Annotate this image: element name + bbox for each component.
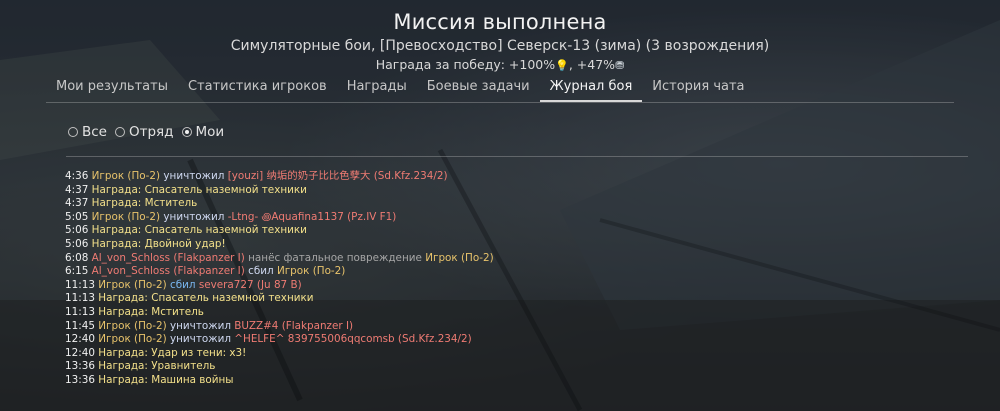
log-entry: 11:13 Игрок (По-2) сбил severa727 (Ju 87… [65, 279, 945, 293]
log-actor: Игрок (По-2) [98, 333, 167, 346]
log-verb: нанёс фатальное повреждение [248, 251, 422, 264]
log-entry: 12:40 Награда: Удар из тени: x3! [65, 347, 945, 361]
log-time: 5:06 [65, 237, 89, 250]
filter-mine-label: Мои [195, 124, 225, 140]
log-entry: 11:13 Награда: Мститель [65, 306, 945, 320]
tab-chat-history[interactable]: История чата [642, 76, 754, 102]
log-entry: 11:13 Награда: Спасатель наземной техник… [65, 292, 945, 306]
log-award: Награда: Машина войны [98, 373, 234, 386]
battle-log: 4:36 Игрок (По-2) уничтожил [youzi] 纳垢的奶… [65, 170, 945, 388]
tab-battle-log[interactable]: Журнал боя [539, 76, 643, 102]
log-time: 13:36 [65, 373, 95, 386]
header: Миссия выполнена Симуляторные бои, [Прев… [0, 8, 1000, 74]
log-time: 4:37 [65, 197, 89, 210]
log-verb: уничтожил [163, 210, 225, 223]
log-target: [youzi] 纳垢的奶子比比色孽大 (Sd.Kfz.234/2) [227, 170, 448, 182]
log-entry: 4:36 Игрок (По-2) уничтожил [youzi] 纳垢的奶… [65, 170, 945, 184]
filter-all-label: Все [82, 124, 107, 140]
log-entry: 4:37 Награда: Мститель [65, 197, 945, 211]
log-time: 5:06 [65, 224, 89, 237]
tab-battle-tasks[interactable]: Боевые задачи [417, 76, 540, 102]
log-actor: Игрок (По-2) [91, 170, 161, 182]
log-time: 11:45 [65, 319, 95, 332]
filter-mine[interactable]: Мои [181, 124, 225, 140]
log-actor: Al_von_Schloss (Flakpanzer I) [91, 265, 245, 278]
log-actor: Игрок (По-2) [98, 319, 167, 332]
log-time: 12:40 [65, 333, 95, 346]
log-target: severa727 (Ju 87 B) [198, 278, 302, 291]
log-target: Игрок (По-2) [425, 251, 494, 264]
log-award: Награда: Удар из тени: x3! [98, 346, 247, 359]
victory-reward: Награда за победу: +100%💡, +47%⛃ [0, 56, 1000, 74]
log-entry: 11:45 Игрок (По-2) уничтожил BUZZ#4 (Fla… [65, 320, 945, 334]
log-award: Награда: Мститель [98, 305, 204, 318]
log-time: 11:13 [65, 278, 95, 291]
log-time: 4:37 [65, 183, 89, 196]
log-award: Награда: Спасатель наземной техники [98, 292, 314, 305]
log-time: 4:36 [65, 170, 89, 182]
radio-icon [115, 127, 125, 137]
tab-bar: Мои результаты Статистика игроков Наград… [46, 76, 954, 103]
log-verb: уничтожил [169, 333, 231, 346]
research-icon: 💡 [555, 59, 569, 72]
log-entry: 4:37 Награда: Спасатель наземной техники [65, 184, 945, 198]
log-entry: 13:36 Награда: Уравнитель [65, 360, 945, 374]
radio-selected-icon [181, 127, 192, 137]
tab-awards[interactable]: Награды [337, 76, 417, 102]
log-target: ^HELFE^ 839755006qqcomsb (Sd.Kfz.234/2) [234, 333, 472, 346]
log-verb: уничтожил [169, 319, 231, 332]
log-award: Награда: Мститель [91, 197, 198, 210]
log-entry: 5:06 Награда: Двойной удар! [65, 238, 945, 252]
log-target: Игрок (По-2) [276, 265, 346, 278]
log-verb: сбил [169, 278, 196, 291]
log-award: Награда: Уравнитель [98, 360, 216, 373]
filter-squad-label: Отряд [129, 124, 174, 140]
tab-player-stats[interactable]: Статистика игроков [178, 76, 337, 102]
log-time: 6:15 [65, 265, 89, 278]
silver-lions-icon: ⛃ [615, 59, 625, 72]
log-entry: 6:15 Al_von_Schloss (Flakpanzer I) сбил … [65, 265, 945, 279]
log-entry: 12:40 Игрок (По-2) уничтожил ^HELFE^ 839… [65, 333, 945, 347]
log-entry: 13:36 Награда: Машина войны [65, 374, 945, 388]
tab-my-results[interactable]: Мои результаты [46, 76, 178, 102]
page-title: Миссия выполнена [393, 10, 607, 34]
log-time: 11:13 [65, 292, 95, 305]
log-time: 13:36 [65, 360, 95, 373]
reward-prefix: Награда за победу: +100% [375, 57, 556, 72]
log-verb: уничтожил [163, 170, 225, 182]
log-filter: Все Отряд Мои [68, 124, 232, 140]
log-target: -Ltng- ꩜Aquafina1137 (Pz.IV F1) [227, 210, 397, 223]
log-entry: 5:05 Игрок (По-2) уничтожил -Ltng- ꩜Aqua… [65, 211, 945, 225]
log-time: 11:13 [65, 305, 95, 318]
log-time: 6:08 [65, 251, 89, 264]
log-award: Награда: Спасатель наземной техники [91, 224, 307, 237]
log-actor: Игрок (По-2) [98, 278, 167, 291]
divider [66, 156, 968, 157]
log-time: 5:05 [65, 210, 89, 223]
log-verb: сбил [248, 265, 274, 278]
log-time: 12:40 [65, 346, 95, 359]
log-actor: Игрок (По-2) [91, 210, 161, 223]
filter-all[interactable]: Все [68, 124, 107, 140]
log-target: BUZZ#4 (Flakpanzer I) [234, 319, 354, 332]
battle-subtitle: Симуляторные бои, [Превосходство] Северс… [230, 38, 770, 54]
log-entry: 5:06 Награда: Спасатель наземной техники [65, 224, 945, 238]
filter-squad[interactable]: Отряд [115, 124, 174, 140]
log-award: Награда: Спасатель наземной техники [91, 183, 307, 196]
radio-icon [68, 127, 78, 137]
log-award: Награда: Двойной удар! [91, 237, 226, 250]
log-actor: Al_von_Schloss (Flakpanzer I) [91, 251, 245, 264]
log-entry: 6:08 Al_von_Schloss (Flakpanzer I) нанёс… [65, 252, 945, 266]
reward-mid: , +47% [568, 57, 616, 72]
